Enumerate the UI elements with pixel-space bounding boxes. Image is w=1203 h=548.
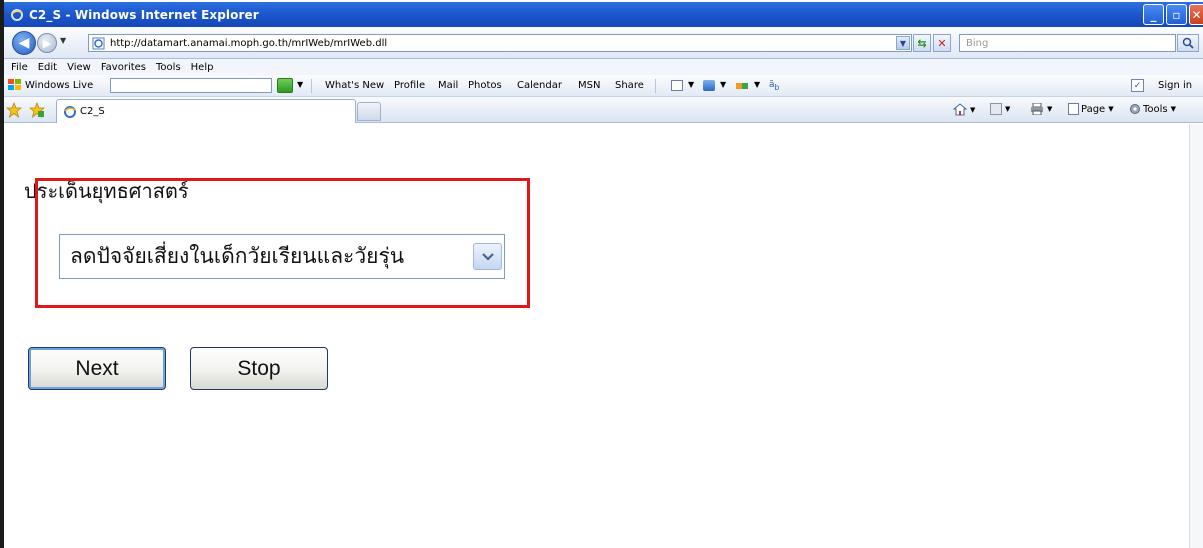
close-button[interactable]: ✕ [1189,4,1203,25]
color-tool-icon[interactable] [736,83,748,89]
tools-menu-button[interactable]: Tools ▼ [1129,103,1176,115]
link-photos[interactable]: Photos [468,80,502,91]
tab-bar: C2_S ▼ ▼ ▼ Page ▼ Tools ▼ [4,97,1203,123]
menu-help[interactable]: Help [191,62,214,73]
link-mail[interactable]: Mail [438,80,458,91]
maximize-button[interactable]: ▫ [1166,4,1187,25]
feeds-button[interactable]: ▼ [990,103,1010,115]
ie-logo-icon [10,8,24,22]
tools-menu-label: Tools [1143,103,1168,115]
next-button[interactable]: Next [28,347,166,390]
menu-view[interactable]: View [67,62,91,73]
url-text: http://datamart.anamai.moph.go.th/mrIWeb… [110,37,388,49]
tab-ie-icon [63,105,77,119]
back-button[interactable]: ◀ [12,31,36,55]
toolbar-separator [311,79,312,93]
highlight-dropdown-icon[interactable]: ▼ [688,80,694,89]
strategy-select-value: ลดปัจจัยเสี่ยงในเด็กวัยเรียนและวัยรุ่น [70,244,405,268]
recent-pages-dropdown-icon[interactable]: ▼ [60,36,66,45]
color-dropdown-icon[interactable]: ▼ [754,80,760,89]
link-profile[interactable]: Profile [394,80,425,91]
title-bar: C2_S - Windows Internet Explorer _ ▫ ✕ [4,2,1203,27]
toolbar-separator [655,79,656,93]
page-dropdown-icon: ▼ [1108,105,1114,113]
live-search-dropdown-icon[interactable]: ▼ [297,80,303,89]
add-favorites-icon[interactable] [29,102,45,118]
search-button[interactable] [1177,34,1199,52]
search-icon [1182,37,1194,49]
window-title: C2_S - Windows Internet Explorer [29,7,259,22]
favorites-star-icon[interactable] [6,102,22,118]
menu-file[interactable]: File [11,62,28,73]
address-bar: ◀ ▶ ▼ http://datamart.anamai.moph.go.th/… [4,27,1203,59]
stop-x-icon: ✕ [937,36,947,50]
windows-live-logo-icon [8,79,21,90]
print-button[interactable]: ▼ [1030,103,1052,115]
back-arrow-icon: ◀ [18,35,30,51]
link-share[interactable]: Share [615,80,644,91]
home-icon [953,103,967,116]
signin-checkbox[interactable]: ✓ [1131,79,1144,92]
tab-c2-s[interactable]: C2_S [56,99,356,123]
refresh-button[interactable]: ⇆ [913,34,931,52]
tools-dropdown-icon: ▼ [1170,105,1177,113]
feeds-dropdown-icon[interactable]: ▼ [1005,105,1010,113]
gear-icon [1130,104,1140,114]
select-dropdown-button[interactable] [473,243,502,270]
menu-favorites[interactable]: Favorites [101,62,146,73]
new-tab-button[interactable] [357,102,381,121]
rss-feed-icon [990,103,1002,115]
url-dropdown-icon[interactable]: ▼ [896,36,910,50]
home-dropdown-icon[interactable]: ▼ [970,106,975,114]
strategy-select[interactable]: ลดปัจจัยเสี่ยงในเด็กวัยเรียนและวัยรุ่น [59,234,505,279]
page-icon [92,36,106,50]
search-placeholder: Bing [966,37,989,49]
live-search-input[interactable] [110,78,272,93]
stop-loading-button[interactable]: ✕ [933,34,951,52]
home-button[interactable]: ▼ [953,103,975,116]
minimize-button[interactable]: _ [1143,4,1164,25]
link-msn[interactable]: MSN [578,80,600,91]
printer-icon [1031,103,1043,115]
url-input[interactable]: http://datamart.anamai.moph.go.th/mrIWeb… [88,34,912,52]
menu-tools[interactable]: Tools [156,62,181,73]
page-menu-label: Page [1081,103,1106,115]
page-menu-button[interactable]: Page ▼ [1068,103,1114,115]
chevron-down-icon [481,252,494,261]
signin-link[interactable]: Sign in [1158,80,1192,91]
tab-label: C2_S [80,106,105,117]
stop-button[interactable]: Stop [190,347,328,390]
vertical-scrollbar[interactable] [1189,124,1203,548]
print-dropdown-icon[interactable]: ▼ [1047,105,1052,113]
link-calendar[interactable]: Calendar [517,80,562,91]
link-whats-new[interactable]: What's New [325,80,384,91]
share-tool-icon[interactable] [703,80,715,91]
translate-icon[interactable]: ãb [769,80,781,92]
menu-bar: File Edit View Favorites Tools Help [4,59,1203,75]
windows-live-button[interactable]: Windows Live [8,79,93,91]
menu-edit[interactable]: Edit [38,62,57,73]
refresh-icon: ⇆ [917,36,927,50]
windows-live-toolbar: Windows Live ▼ What's New Profile Mail P… [4,75,1203,97]
share-dropdown-icon[interactable]: ▼ [720,80,726,89]
highlight-tool-icon[interactable] [671,80,683,91]
forward-button[interactable]: ▶ [37,33,57,53]
page-icon [1068,103,1079,115]
live-search-button[interactable] [277,78,293,93]
windows-live-label: Windows Live [25,79,94,91]
forward-arrow-icon: ▶ [42,36,52,50]
search-input[interactable]: Bing [959,34,1176,52]
